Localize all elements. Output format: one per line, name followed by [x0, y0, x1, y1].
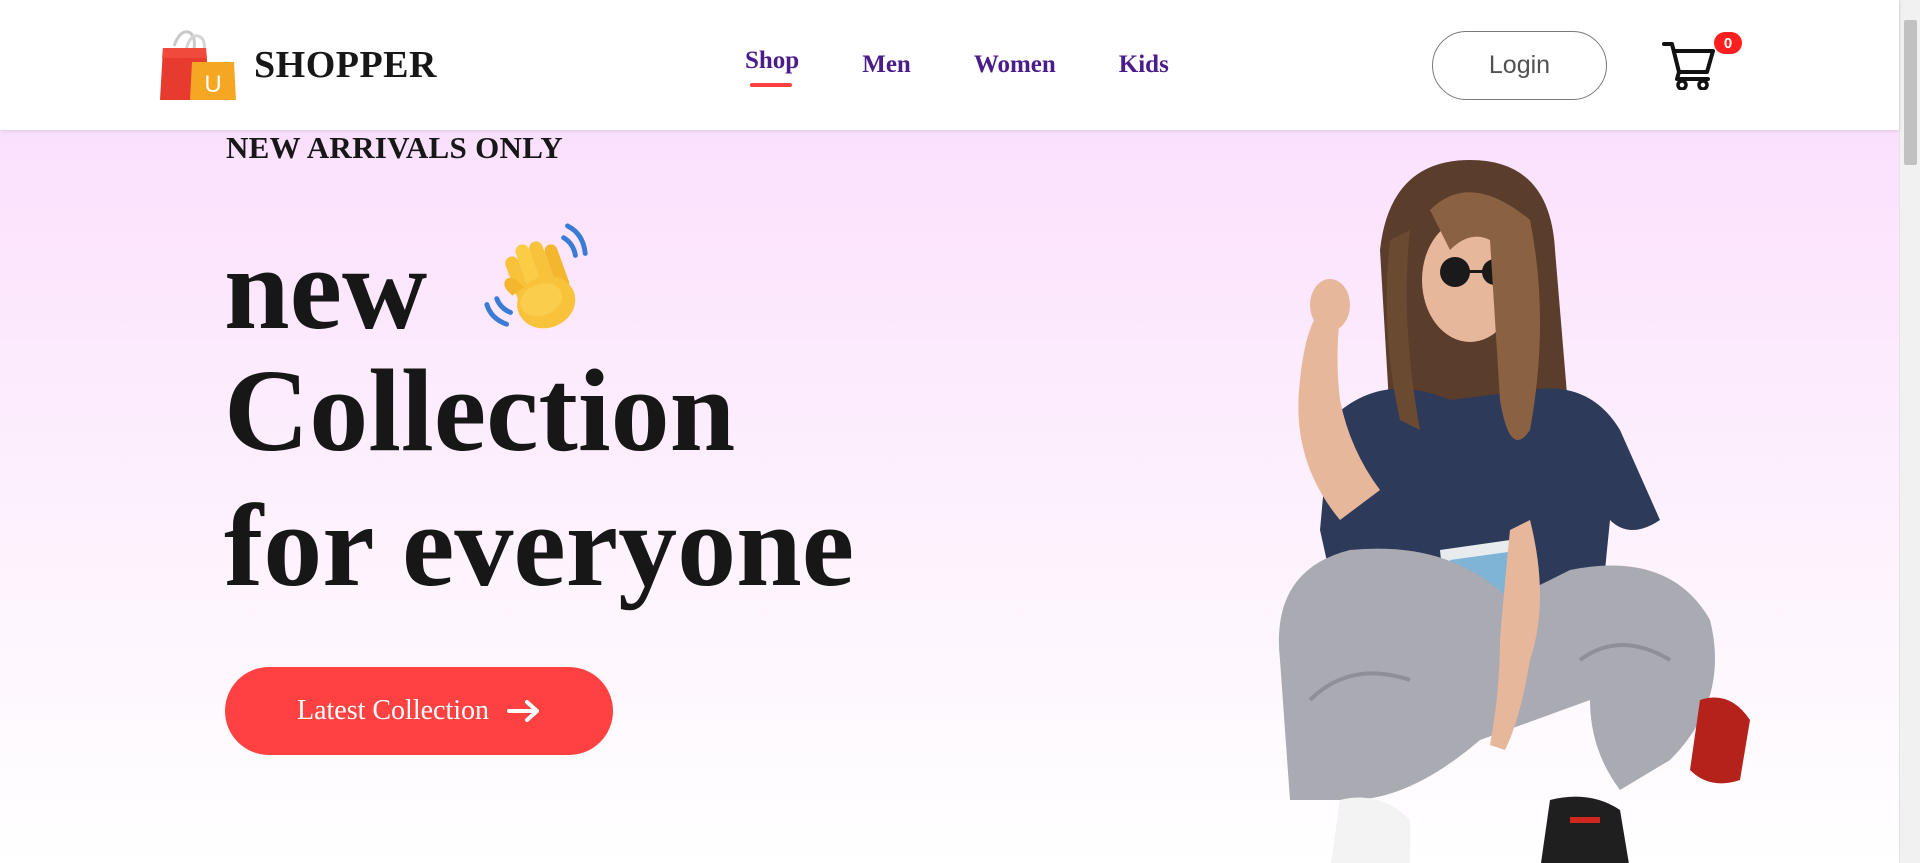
- hero-heading-line-2: Collection: [224, 345, 736, 476]
- arrow-right-icon: [507, 700, 540, 722]
- hero-heading-line-3: for everyone: [224, 480, 855, 611]
- page-scrollbar[interactable]: [1899, 0, 1920, 863]
- nav-menu: Shop Men Women Kids: [745, 46, 1232, 87]
- scrollbar-thumb[interactable]: [1904, 20, 1917, 165]
- nav-item-label: Women: [973, 51, 1056, 78]
- brand-name: SHOPPER: [254, 44, 437, 86]
- hero-model-image: [1278, 160, 1750, 863]
- shopping-cart-icon: [1662, 42, 1715, 90]
- hero-heading-text: new: [224, 223, 428, 354]
- cart-count-badge: 0: [1714, 32, 1742, 54]
- nav-item-shop[interactable]: Shop: [745, 42, 800, 87]
- nav-item-men[interactable]: Men: [862, 46, 911, 84]
- nav-item-label: Kids: [1118, 51, 1169, 78]
- hero-section: NEW ARRIVALS ONLY new Collection for eve…: [0, 130, 1899, 863]
- hero-heading-line-1: new: [224, 220, 599, 348]
- nav-item-women[interactable]: Women: [974, 46, 1056, 84]
- cart-button[interactable]: 0: [1662, 32, 1742, 90]
- navbar: U SHOPPER Shop Men Women Kids Login 0: [0, 0, 1899, 130]
- page: U SHOPPER Shop Men Women Kids Login 0 NE…: [0, 0, 1920, 863]
- nav-item-label: Shop: [745, 47, 800, 74]
- hero-tagline: NEW ARRIVALS ONLY: [226, 130, 564, 165]
- nav-item-kids[interactable]: Kids: [1119, 46, 1169, 84]
- brand[interactable]: U SHOPPER: [160, 28, 437, 102]
- nav-item-label: Men: [862, 51, 911, 78]
- cta-label: Latest Collection: [296, 695, 490, 726]
- latest-collection-button[interactable]: Latest Collection: [225, 667, 613, 755]
- login-button[interactable]: Login: [1432, 31, 1607, 100]
- shopping-bag-logo-icon: U: [160, 30, 236, 100]
- svg-text:U: U: [204, 71, 221, 98]
- waving-hand-icon: [484, 223, 588, 329]
- active-underline: [750, 83, 792, 87]
